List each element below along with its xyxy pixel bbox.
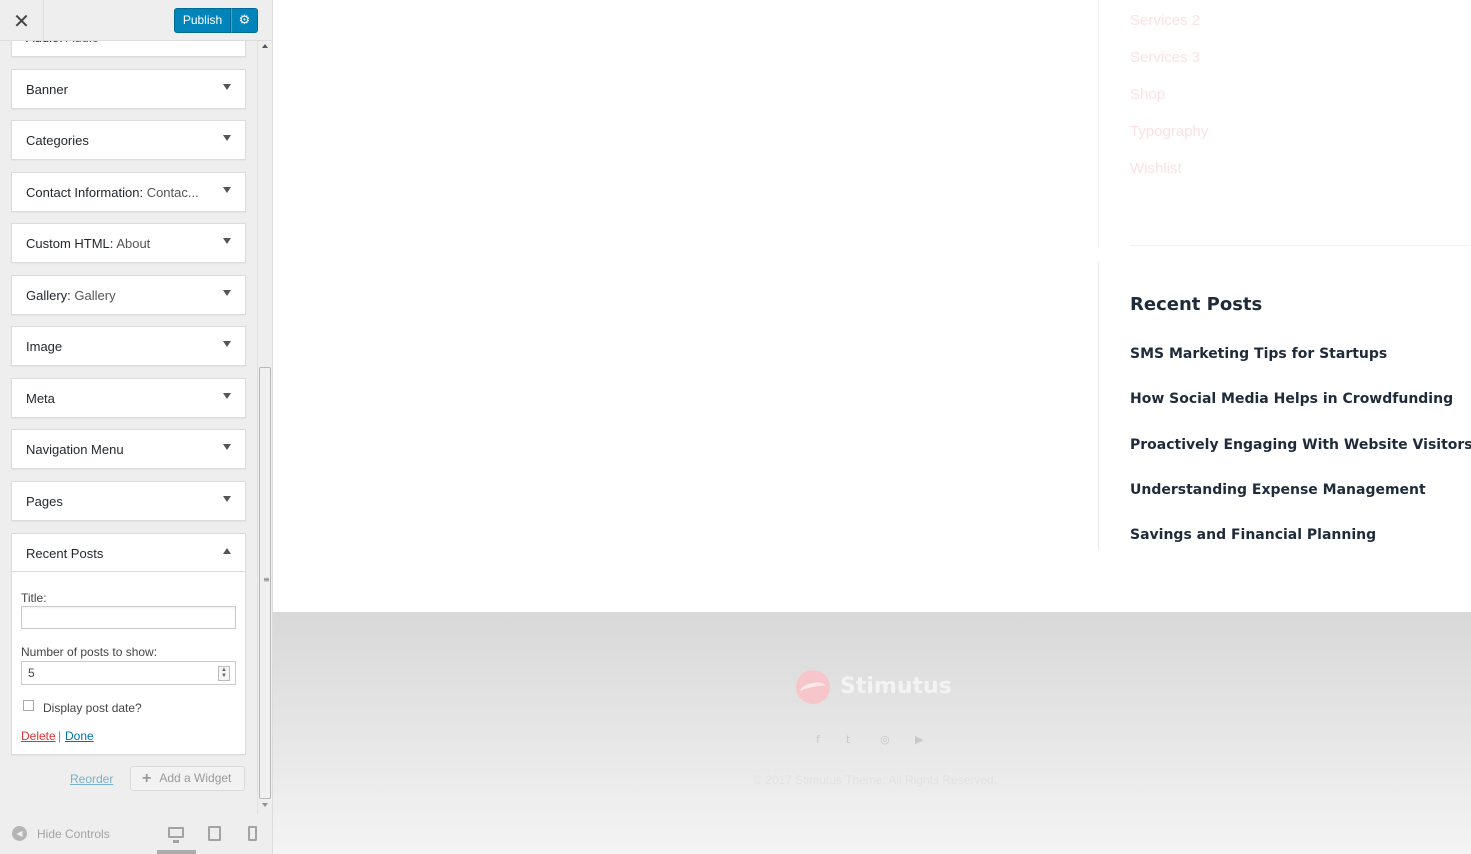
widget-title: Recent Posts [26, 546, 104, 561]
expand-arrow-icon[interactable] [223, 496, 231, 502]
logo-icon[interactable] [796, 670, 830, 704]
widget-title: Contact Information: [26, 185, 144, 200]
display-date-label: Display post date? [43, 701, 142, 715]
spinner-icon[interactable]: ▲ ▼ [218, 666, 230, 681]
hide-controls-icon[interactable]: ◀ [12, 826, 27, 841]
widget-contact-information[interactable]: Contact Information: Contac... [11, 172, 246, 212]
gear-icon[interactable]: ⚙ [231, 8, 258, 33]
instagram-icon[interactable]: ◎ [880, 733, 890, 746]
scrollbar-thumb[interactable]: ≡ [259, 367, 271, 799]
page-link[interactable]: Wishlist [1130, 160, 1182, 177]
widget-list: Audio: Audio Banner Categories Contact I… [0, 0, 257, 854]
divider [1098, 262, 1099, 550]
copyright-text: © 2017 Stimutus Theme. All Rights Reserv… [753, 773, 998, 787]
expand-arrow-icon[interactable] [223, 135, 231, 141]
delete-link[interactable]: Delete [21, 729, 56, 743]
customizer-sidebar: Audio: Audio Banner Categories Contact I… [0, 0, 273, 854]
widget-title: Categories [26, 133, 89, 148]
page-link[interactable]: Shop [1130, 86, 1165, 103]
number-of-posts-input[interactable]: 5 ▲ ▼ [21, 661, 236, 685]
widget-title: Pages [26, 494, 63, 509]
youtube-icon[interactable]: ▶ [915, 733, 923, 746]
recent-post-link[interactable]: Proactively Engaging With Website Visito… [1130, 437, 1471, 453]
number-value: 5 [28, 666, 35, 680]
widget-recent-posts: Recent Posts Title: Number of posts to s… [11, 533, 246, 755]
widget-gallery[interactable]: Gallery: Gallery [11, 275, 246, 315]
publish-button[interactable]: Publish [174, 8, 231, 33]
widget-title: Meta [26, 391, 55, 406]
sidebar-scrollbar[interactable]: ≡ [257, 41, 272, 814]
divider [1130, 245, 1470, 246]
scroll-up-icon[interactable] [262, 44, 268, 48]
reorder-link[interactable]: Reorder [70, 772, 113, 786]
widget-meta[interactable]: Meta [11, 378, 246, 418]
widget-title: Banner [26, 82, 68, 97]
expand-arrow-icon[interactable] [223, 84, 231, 90]
title-input[interactable] [21, 606, 236, 629]
desktop-preview-icon[interactable] [168, 827, 184, 843]
scroll-down-icon[interactable] [262, 803, 268, 807]
plus-icon: + [142, 770, 152, 787]
widget-image[interactable]: Image [11, 326, 246, 366]
recent-post-link[interactable]: Savings and Financial Planning [1130, 527, 1376, 543]
expand-arrow-icon[interactable] [223, 290, 231, 296]
recent-posts-heading: Recent Posts [1130, 294, 1263, 315]
grip-icon: ≡ [263, 575, 270, 584]
facebook-icon[interactable]: f [816, 733, 820, 746]
close-button[interactable]: ✕ [0, 0, 44, 41]
recent-post-link[interactable]: How Social Media Helps in Crowdfunding [1130, 391, 1453, 407]
number-label: Number of posts to show: [21, 645, 158, 659]
widget-recent-posts-header[interactable]: Recent Posts [12, 534, 245, 572]
add-widget-button[interactable]: + Add a Widget [130, 766, 245, 791]
widget-title: Navigation Menu [26, 442, 124, 457]
hide-controls-button[interactable]: Hide Controls [37, 827, 110, 841]
mobile-preview-icon[interactable] [248, 826, 257, 841]
widget-banner[interactable]: Banner [11, 69, 246, 109]
divider [1098, 0, 1099, 248]
page-link[interactable]: Typography [1130, 123, 1208, 140]
active-device-indicator [157, 850, 196, 854]
expand-arrow-icon[interactable] [223, 393, 231, 399]
collapse-arrow-icon[interactable] [223, 548, 231, 554]
customizer-header: ✕ Publish ⚙ [0, 0, 272, 41]
widget-categories[interactable]: Categories [11, 120, 246, 160]
customizer-footer: ◀ Hide Controls [0, 814, 272, 854]
expand-arrow-icon[interactable] [223, 187, 231, 193]
link-separator: | [58, 729, 62, 743]
widget-title: Image [26, 339, 63, 354]
recent-post-link[interactable]: Understanding Expense Management [1130, 482, 1426, 498]
widget-custom-html[interactable]: Custom HTML: About [11, 223, 246, 263]
recent-post-link[interactable]: SMS Marketing Tips for Startups [1130, 346, 1387, 362]
display-date-checkbox[interactable] [23, 700, 34, 711]
widget-navigation-menu[interactable]: Navigation Menu [11, 429, 246, 469]
expand-arrow-icon[interactable] [223, 238, 231, 244]
site-footer: Stimutus f t ◎ ▶ © 2017 Stimutus Theme. … [273, 612, 1471, 854]
logo-text[interactable]: Stimutus [840, 674, 952, 699]
widget-title: Custom HTML: [26, 236, 114, 251]
widget-title: Gallery: [26, 288, 71, 303]
twitter-icon[interactable]: t [846, 733, 850, 746]
tablet-preview-icon[interactable] [208, 826, 221, 841]
page-link[interactable]: Services 3 [1130, 49, 1200, 66]
title-label: Title: [21, 591, 47, 605]
expand-arrow-icon[interactable] [223, 341, 231, 347]
add-widget-label: Add a Widget [159, 771, 232, 785]
widget-pages[interactable]: Pages [11, 481, 246, 521]
page-link[interactable]: Services 2 [1130, 12, 1200, 29]
done-link[interactable]: Done [65, 729, 94, 743]
widget-subtitle: Gallery [74, 288, 116, 303]
widget-subtitle: About [116, 236, 151, 251]
expand-arrow-icon[interactable] [223, 444, 231, 450]
site-preview: Services 2 Services 3 Shop Typography Wi… [273, 0, 1471, 854]
widget-subtitle: Contac... [146, 185, 199, 200]
